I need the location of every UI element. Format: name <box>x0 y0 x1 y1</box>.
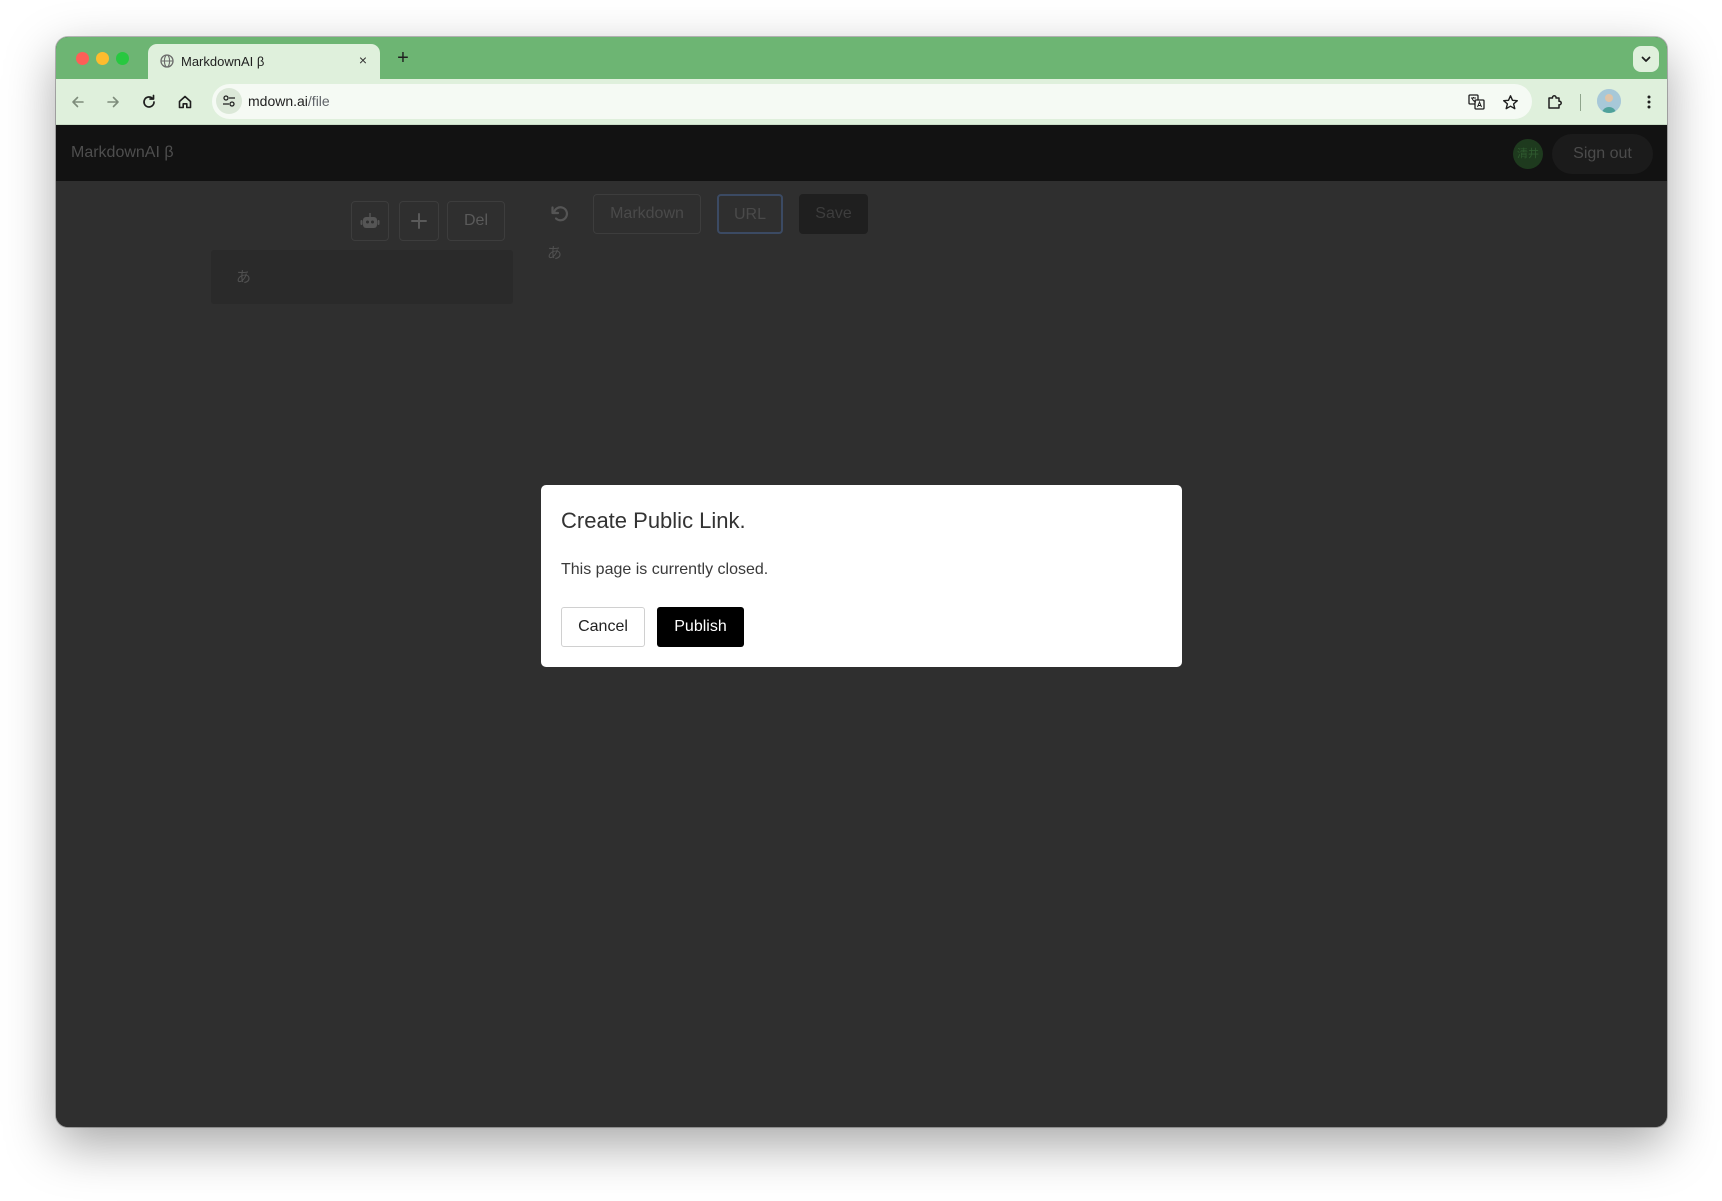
puzzle-icon <box>1547 94 1562 109</box>
back-button[interactable] <box>65 89 91 115</box>
sign-out-button[interactable]: Sign out <box>1552 134 1653 174</box>
robot-icon <box>360 213 380 228</box>
reload-icon <box>143 94 155 108</box>
publish-button[interactable]: Publish <box>657 607 744 647</box>
home-icon <box>178 95 192 109</box>
extensions-button[interactable] <box>1541 89 1567 115</box>
arrow-left-icon <box>72 96 84 108</box>
add-file-button[interactable] <box>399 201 439 241</box>
dialog-message: This page is currently closed. <box>561 561 769 578</box>
dialog-title: Create Public Link. <box>561 508 746 533</box>
close-window-button[interactable] <box>76 52 89 65</box>
url-text: mdown.ai/file <box>248 93 330 109</box>
url-button[interactable]: URL <box>717 194 783 234</box>
new-tab-button[interactable]: + <box>392 48 414 70</box>
markdown-button[interactable]: Markdown <box>593 194 701 234</box>
file-item-label: あ <box>236 269 252 286</box>
maximize-window-button[interactable] <box>116 52 129 65</box>
address-bar[interactable]: mdown.ai/file <box>212 84 1532 119</box>
profile-avatar[interactable] <box>1597 89 1621 113</box>
home-button[interactable] <box>172 89 198 115</box>
file-list-item[interactable]: あ <box>211 250 513 304</box>
bookmark-star-icon[interactable] <box>1499 91 1521 113</box>
minimize-window-button[interactable] <box>96 52 109 65</box>
tab-title: MarkdownAI β <box>181 54 265 69</box>
tab-close-icon[interactable]: × <box>354 51 372 69</box>
browser-tab[interactable]: MarkdownAI β × <box>148 44 380 79</box>
undo-icon <box>551 206 569 222</box>
tab-search-button[interactable] <box>1633 46 1659 72</box>
app-brand[interactable]: MarkdownAI β <box>71 144 174 162</box>
forward-button[interactable] <box>100 89 126 115</box>
toolbar-divider <box>1580 94 1581 111</box>
ai-assistant-button[interactable] <box>351 201 389 241</box>
app-header: MarkdownAI β 清井 Sign out <box>56 125 1667 181</box>
browser-window: MarkdownAI β × + mdown.ai/file MarkdownA… <box>56 37 1667 1127</box>
chevron-down-icon <box>1641 56 1651 62</box>
arrow-right-icon <box>107 96 119 108</box>
url-host: mdown.ai <box>248 93 308 109</box>
create-public-link-dialog: Create Public Link. This page is current… <box>541 485 1182 667</box>
save-button[interactable]: Save <box>799 194 868 234</box>
more-vertical-icon <box>1647 95 1651 109</box>
cancel-button[interactable]: Cancel <box>561 607 645 647</box>
globe-icon <box>160 54 174 68</box>
tab-strip: MarkdownAI β × + <box>56 37 1667 79</box>
url-path: /file <box>307 93 330 109</box>
translate-icon[interactable] <box>1466 91 1488 113</box>
site-settings-icon[interactable] <box>216 88 242 114</box>
undo-button[interactable] <box>547 201 573 227</box>
browser-menu-button[interactable] <box>1636 89 1662 115</box>
browser-toolbar: mdown.ai/file <box>56 79 1667 125</box>
reload-button[interactable] <box>136 89 162 115</box>
user-avatar[interactable]: 清井 <box>1513 139 1543 169</box>
editor-content[interactable]: あ <box>547 242 562 263</box>
delete-file-button[interactable]: Del <box>447 201 505 241</box>
plus-icon <box>411 213 427 229</box>
